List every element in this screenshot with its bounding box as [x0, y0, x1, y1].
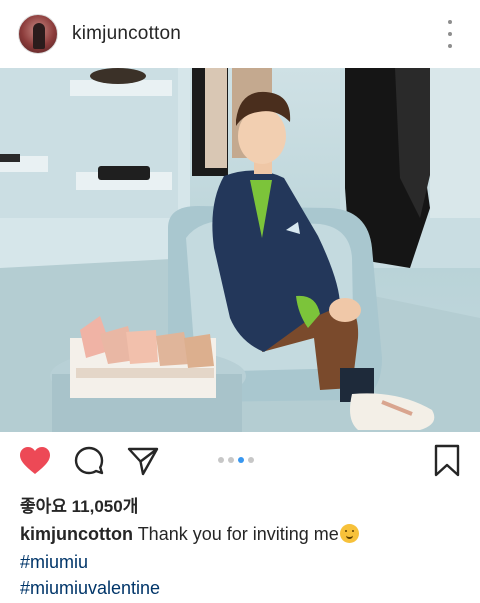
caption-text: Thank you for inviting me — [137, 524, 339, 544]
hashtag-link[interactable]: #miumiuvalentine — [20, 578, 160, 599]
comment-icon — [74, 446, 104, 475]
post-caption: kimjuncotton Thank you for inviting me — [20, 524, 359, 545]
likes-count[interactable]: 좋아요 11,050개 — [20, 492, 138, 517]
post-header: kimjuncotton — [0, 0, 480, 68]
carousel-indicator — [218, 457, 254, 463]
avatar-figure — [33, 23, 45, 49]
comment-button[interactable] — [72, 444, 106, 478]
save-button[interactable] — [430, 444, 464, 478]
hashtag-link[interactable]: #miumiu — [20, 552, 88, 573]
profile-avatar[interactable] — [18, 14, 58, 54]
photo-illustration — [0, 68, 480, 432]
action-bar — [0, 440, 480, 482]
more-options-icon[interactable] — [440, 20, 460, 48]
smiling-face-emoji-icon — [339, 524, 359, 543]
share-button[interactable] — [126, 444, 160, 478]
send-icon — [127, 447, 159, 476]
post-photo[interactable] — [0, 68, 480, 432]
caption-username[interactable]: kimjuncotton — [20, 524, 133, 544]
heart-icon — [20, 447, 50, 474]
like-button[interactable] — [18, 444, 52, 478]
carousel-dot — [248, 457, 254, 463]
post-username[interactable]: kimjuncotton — [72, 23, 181, 45]
bookmark-icon — [434, 444, 460, 477]
carousel-dot — [218, 457, 224, 463]
carousel-dot-active — [238, 457, 244, 463]
carousel-dot — [228, 457, 234, 463]
